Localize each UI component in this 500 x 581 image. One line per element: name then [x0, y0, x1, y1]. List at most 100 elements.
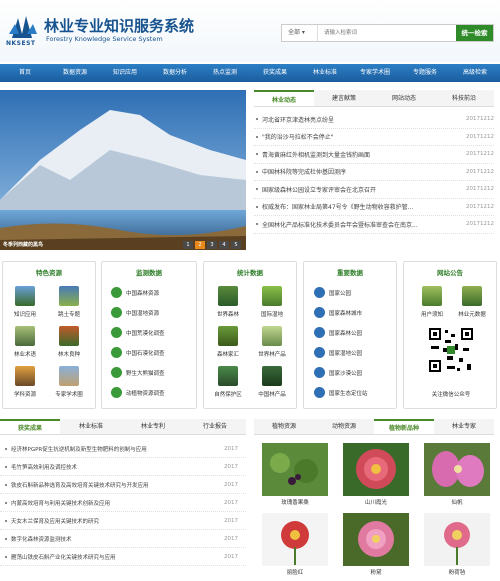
nav-item-advanced-search[interactable]: 高级检索: [450, 64, 500, 82]
reserve-icon[interactable]: [218, 366, 238, 386]
news-item[interactable]: "我的治沙马拉松不会停止" 20171212: [254, 129, 494, 146]
feature-label[interactable]: 学科资源: [3, 390, 47, 398]
monitor-item[interactable]: 动植物资源调查: [126, 389, 165, 397]
feature-label[interactable]: 林业术语: [3, 350, 47, 358]
tab-animal-resources[interactable]: 动物资源: [314, 419, 374, 434]
important-item[interactable]: 国家公园: [329, 289, 351, 297]
stats-label[interactable]: 中国林产品: [250, 390, 294, 398]
world-forest-icon[interactable]: [218, 286, 238, 306]
award-item[interactable]: 毛竹笋高效利用及调控技术 2017: [0, 458, 246, 476]
notice-item[interactable]: 林业元数据: [450, 310, 494, 318]
monitor-item[interactable]: 中国荒漠化调查: [126, 329, 165, 337]
monitor-item[interactable]: 中国湿地资源: [126, 309, 159, 317]
monitor-item[interactable]: 中国森林资源: [126, 289, 159, 297]
search-input[interactable]: [320, 25, 438, 41]
news-item[interactable]: 青海黄麻红外相机监测到大量金钱豹画面 20171212: [254, 146, 494, 164]
notice-item[interactable]: 用户须知: [410, 310, 454, 318]
plant-photo[interactable]: [262, 443, 328, 496]
tab-suggestions[interactable]: 建言献策: [314, 90, 374, 106]
stats-label[interactable]: 森林家汇: [206, 350, 250, 358]
award-item[interactable]: 内蒙高效培育与利用关键技术创新及应用 2017: [0, 494, 246, 512]
important-item[interactable]: 国家生态定位站: [329, 389, 368, 397]
forest-family-icon[interactable]: [218, 326, 238, 346]
award-item[interactable]: 经济林PGPR促生抗逆机制及新型生物肥料的创制与应用 2017: [0, 440, 246, 458]
search-scope-select[interactable]: 全部 ▾: [282, 25, 318, 41]
news-item[interactable]: 全国林化产品标准化技术委员会年会暨标准审查会在南京... 20171212: [254, 216, 494, 234]
pager-dot-1[interactable]: 1: [183, 241, 193, 249]
award-item[interactable]: 雁荡山铁皮石斛产业化关键技术研究与应用 2017: [0, 548, 246, 566]
plant-photo[interactable]: [262, 513, 328, 566]
topic-icon[interactable]: [59, 286, 79, 306]
plant-caption[interactable]: 山川霞光: [341, 498, 411, 506]
award-item[interactable]: 数字化森林资源监测技术 2017: [0, 530, 246, 548]
plant-caption[interactable]: 玫瑰香果桑: [260, 498, 330, 506]
banner-pager: 1 2 3 4 5: [183, 241, 241, 249]
user-guide-icon[interactable]: [422, 286, 442, 306]
metadata-icon[interactable]: [462, 286, 482, 306]
monitor-item[interactable]: 中国石漠化调查: [126, 349, 165, 357]
pager-dot-2[interactable]: 2: [195, 241, 205, 249]
nav-item-standards[interactable]: 林业标准: [300, 64, 350, 82]
plant-caption[interactable]: 粉黛: [341, 568, 411, 576]
monitor-item[interactable]: 野生大熊猫调查: [126, 369, 165, 377]
news-item[interactable]: 权威发布：国家林业局第47号令《野生动物收容救护管... 20171212: [254, 199, 494, 216]
tab-new-varieties[interactable]: 植物新品种: [374, 419, 434, 434]
stats-label[interactable]: 自然保护区: [206, 390, 250, 398]
nav-item-home[interactable]: 首页: [0, 64, 50, 82]
nav-item-experts[interactable]: 专家学术圈: [350, 64, 400, 82]
news-item[interactable]: 河北省环京津造林亮点纷呈 20171212: [254, 111, 494, 129]
qr-caption: 关注微信公众号: [431, 392, 471, 398]
feature-label[interactable]: 专家学术圈: [47, 390, 91, 398]
important-item[interactable]: 国家森林公园: [329, 329, 362, 337]
china-product-icon[interactable]: [262, 366, 282, 386]
important-item[interactable]: 国家湿地公园: [329, 349, 362, 357]
plant-caption[interactable]: 仙帆: [422, 498, 492, 506]
important-item[interactable]: 国家沙漠公园: [329, 369, 362, 377]
nav-item-analysis[interactable]: 数据分析: [150, 64, 200, 82]
knowledge-app-icon[interactable]: [15, 286, 35, 306]
seed-icon[interactable]: [59, 326, 79, 346]
features-box: 特色资源 知识应用 跳土专题 林业术语 林木良种 学科资源 专家学术圈: [2, 261, 96, 409]
plant-photo[interactable]: [424, 443, 490, 496]
plant-photo[interactable]: [343, 513, 409, 566]
banner-carousel[interactable]: 冬季列西藏的黑鸟 1 2 3 4 5: [0, 90, 246, 250]
nav-item-hotspot[interactable]: 热点监测: [200, 64, 250, 82]
tab-forestry-news[interactable]: 林业动态: [254, 90, 314, 106]
award-item[interactable]: 天女木兰保育及应用关键技术的研究 2017: [0, 512, 246, 530]
news-item[interactable]: 国家级森林公园设立专家评审会在北京召开 20171212: [254, 181, 494, 199]
news-item[interactable]: 中国林科院等完成杜仲基因测序 20171212: [254, 164, 494, 181]
tab-plant-resources[interactable]: 植物资源: [254, 419, 314, 434]
stats-label[interactable]: 国际湿地: [250, 310, 294, 318]
plant-caption[interactable]: 粉荷毡: [422, 568, 492, 576]
tab-site-news[interactable]: 网站动态: [374, 90, 434, 106]
expert-icon[interactable]: [59, 366, 79, 386]
feature-label[interactable]: 跳土专题: [47, 310, 91, 318]
nav-item-awards[interactable]: 获奖成果: [250, 64, 300, 82]
tab-reports[interactable]: 行业报告: [184, 419, 246, 434]
plant-photo[interactable]: [343, 443, 409, 496]
world-product-icon[interactable]: [262, 326, 282, 346]
nav-item-knowledge[interactable]: 知识应用: [100, 64, 150, 82]
feature-label[interactable]: 林木良种: [47, 350, 91, 358]
pager-dot-3[interactable]: 3: [207, 241, 217, 249]
wetland-icon[interactable]: [262, 286, 282, 306]
tab-standards[interactable]: 林业标准: [60, 419, 122, 434]
plant-photo[interactable]: [424, 513, 490, 566]
tab-tech-frontier[interactable]: 科技前沿: [434, 90, 494, 106]
nav-item-topics[interactable]: 专题服务: [400, 64, 450, 82]
discipline-icon[interactable]: [15, 366, 35, 386]
plant-caption[interactable]: 丽脸红: [260, 568, 330, 576]
tab-forestry-experts[interactable]: 林业专家: [434, 419, 494, 434]
tab-awards[interactable]: 获奖成果: [0, 419, 60, 434]
important-item[interactable]: 国家森林城市: [329, 309, 362, 317]
feature-label[interactable]: 知识应用: [3, 310, 47, 318]
stats-label[interactable]: 世界森林: [206, 310, 250, 318]
pager-dot-4[interactable]: 4: [219, 241, 229, 249]
pager-dot-5[interactable]: 5: [231, 241, 241, 249]
award-item[interactable]: 铁皮石斛新品种选育及高效培育关键技术研究与开发应用 2017: [0, 476, 246, 494]
nav-item-data[interactable]: 数据资源: [50, 64, 100, 82]
search-button[interactable]: 统一检索: [456, 25, 493, 41]
tab-patents[interactable]: 林业专利: [122, 419, 184, 434]
stats-label[interactable]: 世界林产品: [250, 350, 294, 358]
terminology-icon[interactable]: [15, 326, 35, 346]
